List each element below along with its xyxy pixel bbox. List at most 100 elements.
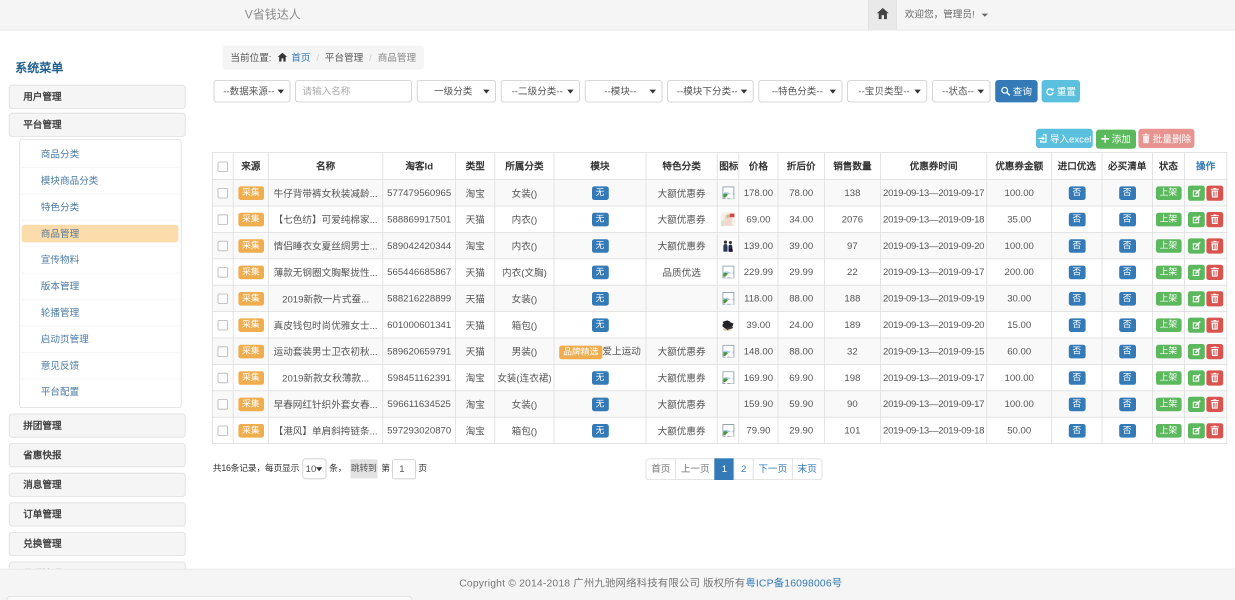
sidebar-subitem[interactable]: 轮播管理 <box>22 300 180 326</box>
row-checkbox[interactable] <box>218 215 228 225</box>
add-button[interactable]: 添加 <box>1096 129 1136 148</box>
coupon-amount-cell: 200.00 <box>987 259 1052 285</box>
edit-button[interactable] <box>1188 291 1205 306</box>
feature-select[interactable]: --特色分类-- <box>758 80 842 102</box>
sidebar-subitem-active[interactable]: 商品管理 <box>22 221 180 247</box>
taoke-id-cell: 588869917501 <box>383 206 456 232</box>
page-number-input[interactable] <box>392 459 416 479</box>
icon-cell <box>717 417 739 443</box>
row-checkbox[interactable] <box>218 426 228 436</box>
name-search-input[interactable] <box>295 80 412 102</box>
jump-button[interactable]: 跳转到 <box>350 459 377 478</box>
icp-link[interactable]: 粤ICP备16098006号 <box>745 577 842 589</box>
select-all-checkbox[interactable] <box>218 161 228 171</box>
row-checkbox[interactable] <box>218 188 228 198</box>
sidebar-item[interactable]: 拼团管理 <box>9 414 186 438</box>
sidebar-item[interactable]: 订单管理 <box>9 502 186 526</box>
pager-current-page[interactable]: 1 <box>714 458 734 480</box>
pager-item[interactable]: 上一页 <box>675 458 715 480</box>
row-checkbox[interactable] <box>218 373 228 383</box>
taoke-id-cell: 596611634525 <box>383 391 456 417</box>
delete-button[interactable] <box>1206 291 1223 306</box>
pager-item[interactable]: 末页 <box>792 458 822 480</box>
refresh-icon <box>1046 87 1055 96</box>
delete-button[interactable] <box>1206 185 1223 200</box>
row-checkbox[interactable] <box>218 347 228 357</box>
delete-button[interactable] <box>1206 317 1223 332</box>
product-thumbnail <box>721 318 735 332</box>
delete-button[interactable] <box>1206 396 1223 411</box>
taoke-id-cell: 577479560965 <box>383 180 456 206</box>
sidebar-item-users[interactable]: 用户管理 <box>9 85 186 109</box>
price-cell: 118.00 <box>739 285 778 311</box>
query-button[interactable]: 查询 <box>995 80 1037 102</box>
edit-button[interactable] <box>1188 396 1205 411</box>
module-sub-select[interactable]: --模块下分类-- <box>667 80 753 102</box>
delete-button[interactable] <box>1206 212 1223 227</box>
pager-item[interactable]: 首页 <box>646 458 676 480</box>
sidebar-subitem[interactable]: 模块商品分类 <box>22 168 180 194</box>
row-checkbox[interactable] <box>218 320 228 330</box>
column-header: 名称 <box>268 152 382 179</box>
table-row: 采集真皮钱包时尚优雅女士...601000601341天猫箱包()无39.002… <box>212 312 1226 338</box>
reset-button[interactable]: 重置 <box>1042 80 1080 102</box>
broken-image-icon <box>722 292 734 305</box>
sidebar-subitem[interactable]: 意见反馈 <box>22 353 180 379</box>
sidebar-subitem[interactable]: 启动页管理 <box>22 326 180 352</box>
category1-select[interactable]: 一级分类 <box>417 80 496 102</box>
delete-button[interactable] <box>1206 344 1223 359</box>
type-cell: 淘宝 <box>456 364 495 390</box>
row-checkbox[interactable] <box>218 241 228 251</box>
column-header: 进口优选 <box>1052 152 1102 179</box>
breadcrumb-home-link[interactable]: 首页 <box>291 52 310 63</box>
row-select-cell <box>212 364 233 390</box>
badge: 否 <box>1068 318 1085 332</box>
item-type-select[interactable]: --宝贝类型-- <box>847 80 927 102</box>
delete-button[interactable] <box>1206 370 1223 385</box>
column-header: 所属分类 <box>495 152 554 179</box>
sidebar-item[interactable]: 消息管理 <box>9 473 186 497</box>
pager-item[interactable]: 2 <box>734 458 754 480</box>
delete-button[interactable] <box>1206 423 1223 438</box>
module-select[interactable]: --模块-- <box>585 80 663 102</box>
home-button[interactable] <box>868 0 897 30</box>
sidebar-subitem[interactable]: 商品分类 <box>22 142 180 168</box>
edit-button[interactable] <box>1188 264 1205 279</box>
badge: 无 <box>592 265 609 279</box>
user-menu[interactable]: 欢迎您，管理员! <box>905 0 988 30</box>
sidebar-item-platform[interactable]: 平台管理 <box>9 113 186 137</box>
import-excel-button[interactable]: 导入excel <box>1036 129 1093 148</box>
category2-select[interactable]: --二级分类-- <box>501 80 580 102</box>
table-row: 采集2019新款女秋薄款...598451162391淘宝女装(连衣裙)无大额优… <box>212 364 1226 390</box>
category-cell: 内衣() <box>495 206 554 232</box>
edit-button[interactable] <box>1188 317 1205 332</box>
sidebar-item[interactable]: 省惠快报 <box>9 443 186 467</box>
delete-button[interactable] <box>1206 264 1223 279</box>
row-checkbox[interactable] <box>218 399 228 409</box>
table-row: 采集【七色纺】可爱纯棉家...588869917501天猫内衣()无大额优惠券6… <box>212 206 1226 232</box>
badge: 采集 <box>238 186 264 200</box>
sidebar-item[interactable]: 兑换管理 <box>9 532 186 556</box>
data-source-select[interactable]: --数据来源-- <box>214 80 291 102</box>
feature-cell: 大额优惠券 <box>646 206 717 232</box>
edit-button[interactable] <box>1188 370 1205 385</box>
edit-button[interactable] <box>1188 344 1205 359</box>
sidebar-subitem[interactable]: 平台配置 <box>22 379 180 405</box>
batch-delete-button[interactable]: 批量删除 <box>1138 129 1194 148</box>
edit-button[interactable] <box>1188 423 1205 438</box>
status-select[interactable]: --状态-- <box>932 80 990 102</box>
sidebar-subitem[interactable]: 特色分类 <box>22 194 180 220</box>
delete-button[interactable] <box>1206 238 1223 253</box>
import-optional-cell: 否 <box>1052 338 1102 364</box>
edit-button[interactable] <box>1188 212 1205 227</box>
sidebar-subitem[interactable]: 版本管理 <box>22 274 180 300</box>
pager-item[interactable]: 下一页 <box>753 458 793 480</box>
sidebar-subitem[interactable]: 宣传物料 <box>22 247 180 273</box>
row-checkbox[interactable] <box>218 267 228 277</box>
row-checkbox[interactable] <box>218 294 228 304</box>
edit-button[interactable] <box>1188 185 1205 200</box>
edit-button[interactable] <box>1188 238 1205 253</box>
page-size-select[interactable]: 10 <box>302 458 326 479</box>
badge: 无 <box>592 371 609 385</box>
source-cell: 采集 <box>233 232 268 258</box>
